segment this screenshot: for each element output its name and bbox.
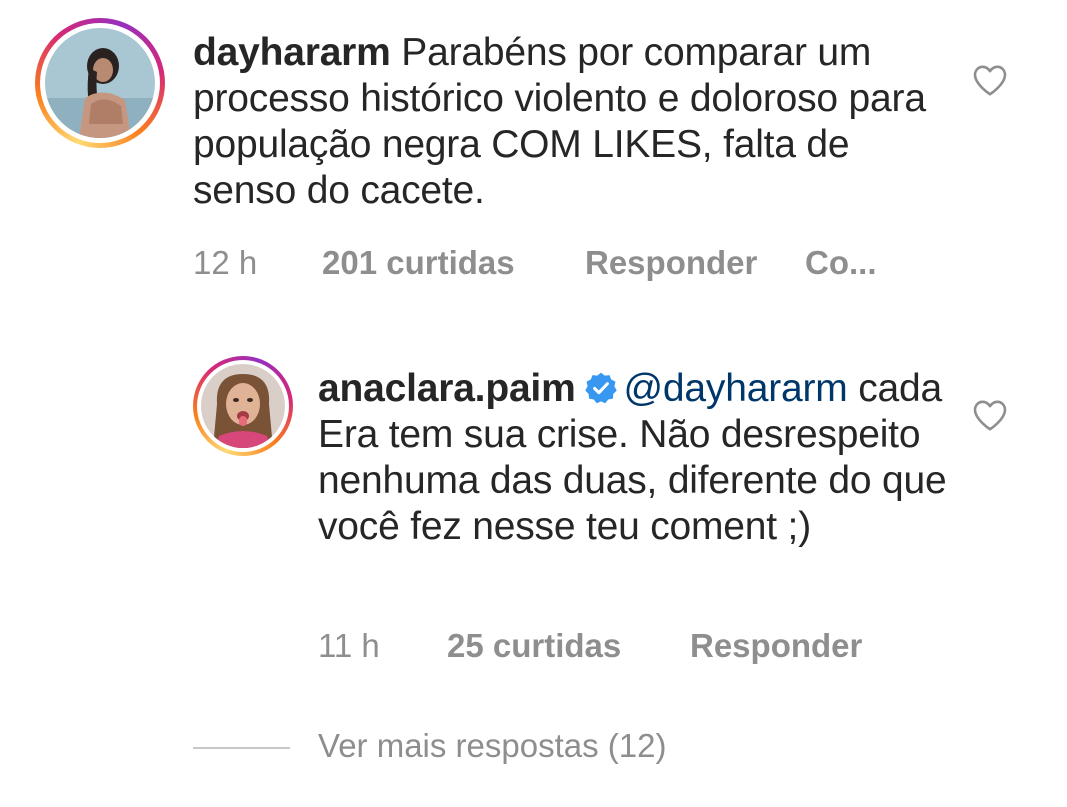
comment-meta: 12 h 201 curtidas Responder Co...	[193, 244, 953, 284]
comment-body: dayhararm Parabéns por comparar um proce…	[193, 30, 953, 214]
reply-time: 11 h	[318, 627, 380, 664]
avatar-photo	[45, 28, 155, 138]
view-more-replies-button[interactable]: Ver mais respostas (12)	[193, 727, 793, 767]
reply-button[interactable]: Responder	[585, 244, 757, 282]
avatar-image	[201, 364, 285, 448]
view-more-replies-label: Ver mais respostas (12)	[318, 727, 667, 764]
avatar-image	[45, 28, 155, 138]
reply-username[interactable]: anaclara.paim	[318, 367, 576, 410]
avatar-photo	[201, 364, 285, 448]
like-button[interactable]	[972, 63, 1008, 97]
reply-meta: 11 h 25 curtidas Responder	[318, 627, 938, 667]
more-options-button[interactable]: Co...	[805, 244, 877, 282]
likes-count[interactable]: 25 curtidas	[447, 627, 621, 665]
reply-button[interactable]: Responder	[690, 627, 862, 665]
verified-badge-icon	[584, 372, 617, 404]
mention-link[interactable]: @dayhararm	[624, 367, 848, 410]
comments-screen: dayhararm Parabéns por comparar um proce…	[0, 0, 1067, 807]
reply-body: anaclara.paim @dayhararm cada Era tem sua…	[318, 366, 948, 550]
like-button[interactable]	[972, 398, 1008, 432]
likes-count[interactable]: 201 curtidas	[322, 244, 515, 282]
avatar[interactable]	[35, 18, 165, 148]
heart-outline-icon	[973, 400, 1007, 431]
heart-outline-icon	[973, 65, 1007, 96]
comment-username[interactable]: dayhararm	[193, 31, 391, 74]
avatar[interactable]	[193, 356, 293, 456]
comment-time: 12 h	[193, 244, 258, 281]
divider-line	[193, 747, 290, 749]
